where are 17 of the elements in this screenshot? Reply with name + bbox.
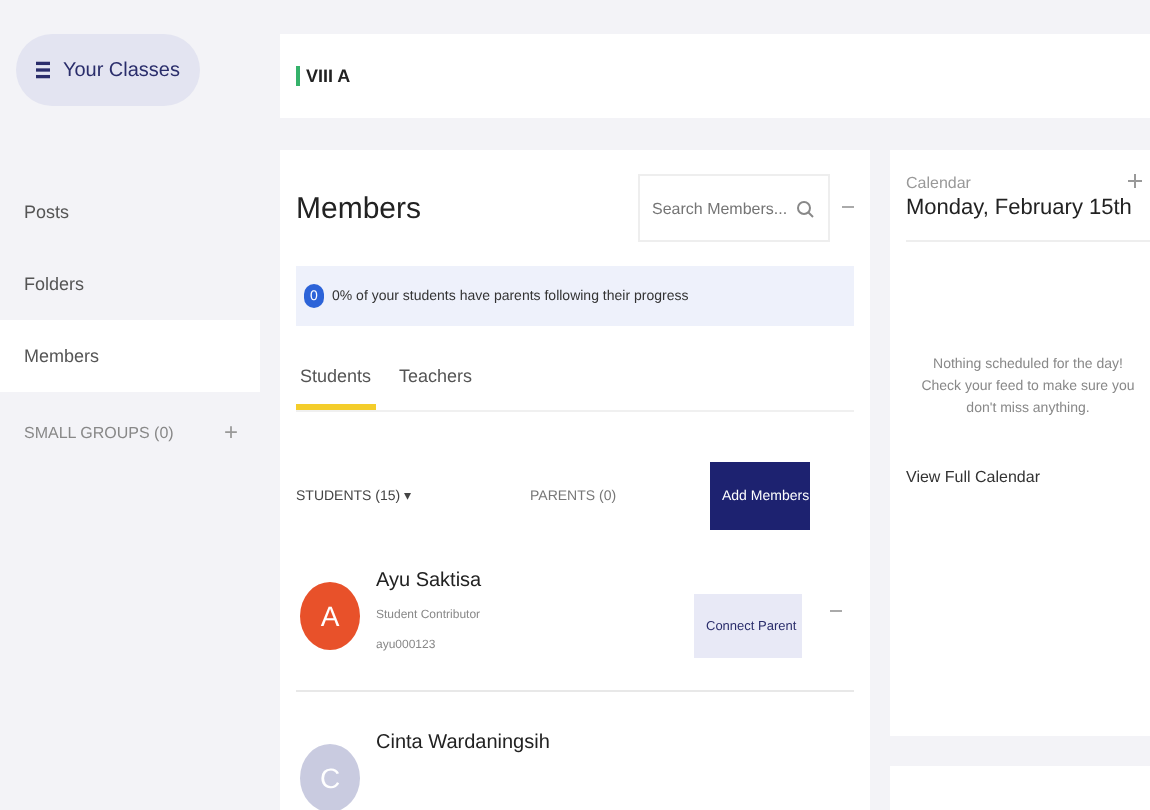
avatar: A bbox=[300, 582, 360, 650]
class-name: VIII A bbox=[296, 66, 351, 86]
tab[interactable]: Teachers bbox=[395, 358, 477, 410]
view-calendar-link[interactable]: View Full Calendar bbox=[906, 468, 1040, 486]
search-icon bbox=[796, 199, 814, 217]
calendar-date: Monday, February 15th bbox=[906, 196, 1150, 242]
menu-icon bbox=[36, 60, 51, 80]
tab[interactable]: Students bbox=[296, 358, 376, 410]
member-name: Ayu Saktisa bbox=[376, 570, 484, 592]
member-name: Cinta Wardaningsih bbox=[376, 732, 552, 754]
members-title: Members bbox=[296, 191, 422, 225]
sidebar-item[interactable]: Posts bbox=[0, 176, 260, 248]
sidebar-item[interactable]: Folders bbox=[0, 248, 260, 320]
class-switcher[interactable]: Your Classes bbox=[16, 34, 200, 106]
small-groups-label: SMALL GROUPS (0) bbox=[24, 423, 174, 441]
calendar-label: Calendar bbox=[906, 174, 971, 192]
sidebar-item[interactable]: Members bbox=[0, 320, 260, 392]
